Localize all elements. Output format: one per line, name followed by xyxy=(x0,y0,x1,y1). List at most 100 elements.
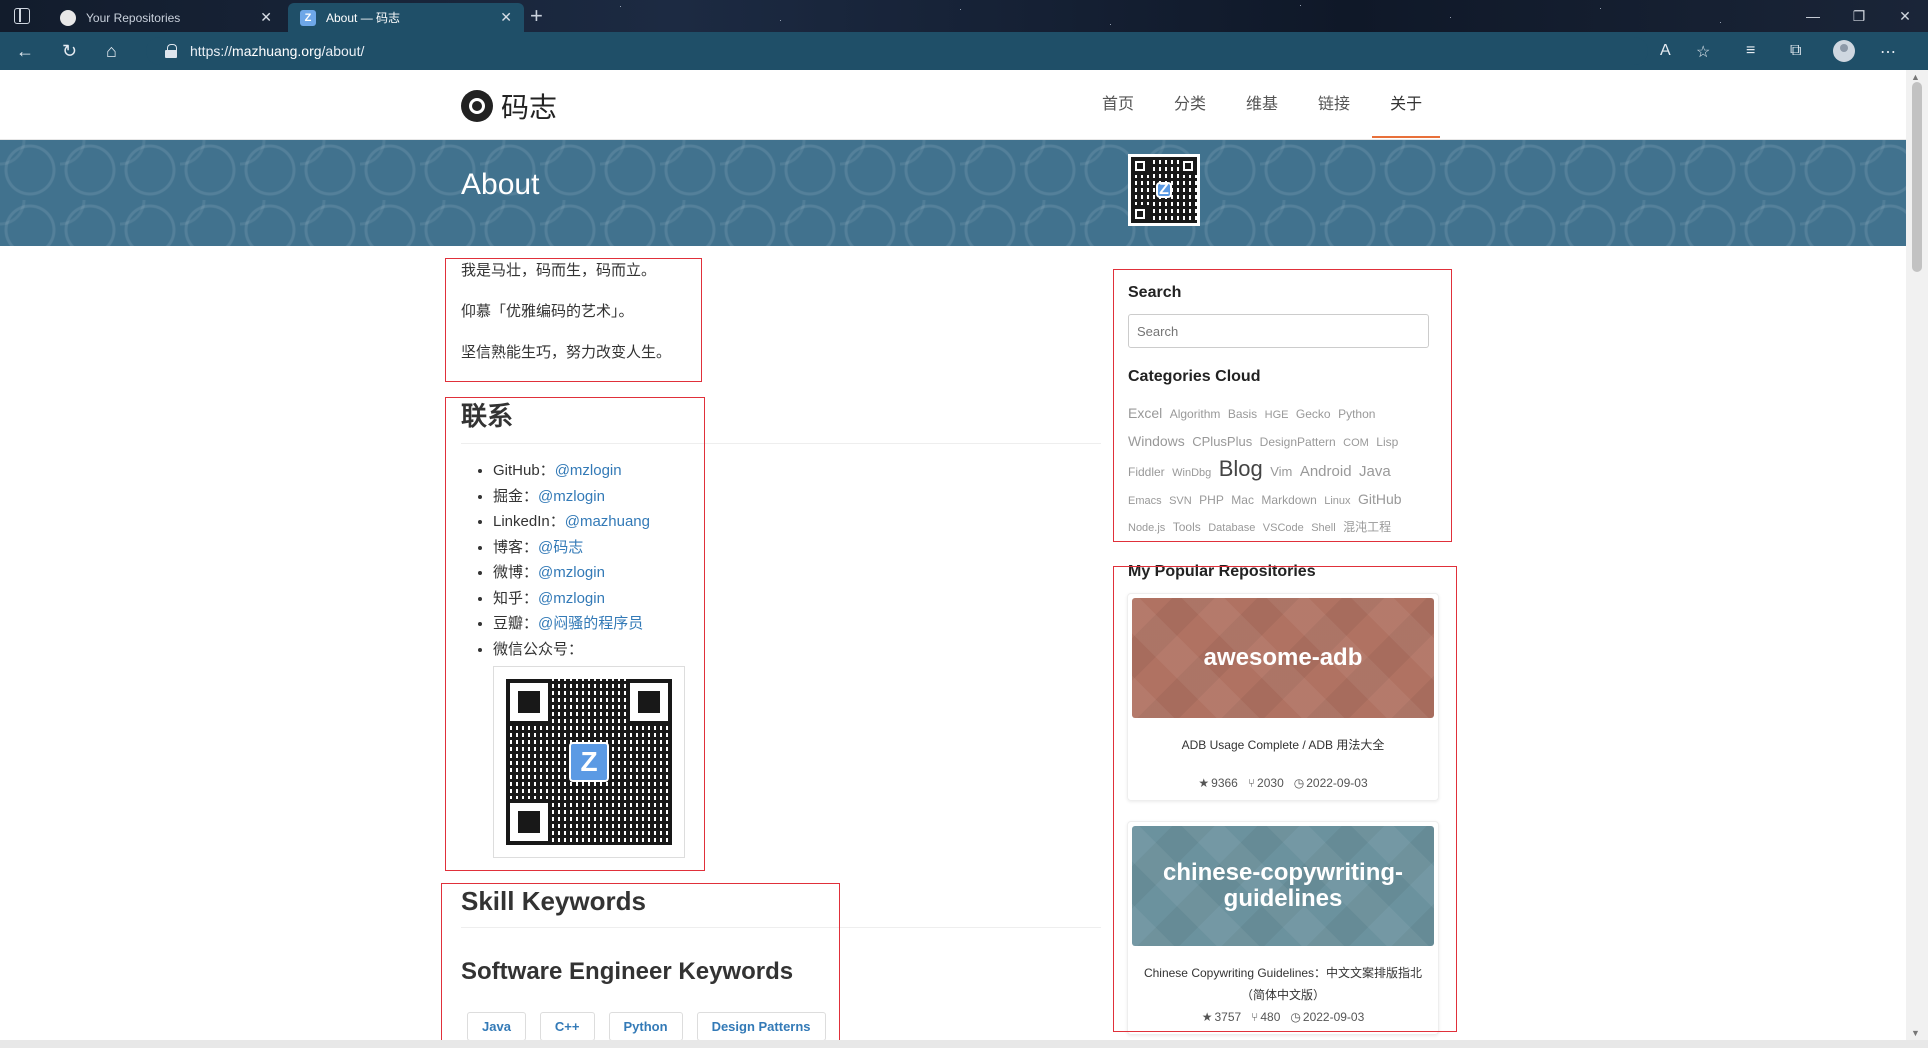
repo-meta: ★ 3757 ⑂ 480 ◷ 2022-09-03 xyxy=(1132,1010,1434,1024)
tab-title: About — 码志 xyxy=(326,11,401,25)
category-tag[interactable]: CPlusPlus xyxy=(1192,434,1252,449)
repo-updated: 2022-09-03 xyxy=(1302,1010,1365,1024)
maximize-icon[interactable]: ❐ xyxy=(1836,0,1882,32)
category-tag[interactable]: DesignPattern xyxy=(1260,435,1336,449)
category-tag[interactable]: 混沌工程 xyxy=(1343,520,1391,534)
collections-icon[interactable]: ⧉ xyxy=(1790,42,1801,60)
category-tag[interactable]: Shell xyxy=(1311,522,1335,534)
category-tag[interactable]: Database xyxy=(1208,522,1255,534)
new-tab-icon[interactable]: + xyxy=(530,4,543,28)
category-tag[interactable]: Linux xyxy=(1324,495,1350,507)
close-tab-icon[interactable]: ✕ xyxy=(500,9,512,26)
contact-item: LinkedIn：@mazhuang xyxy=(493,509,1101,535)
category-tag[interactable]: Algorithm xyxy=(1170,407,1221,421)
category-tag[interactable]: VSCode xyxy=(1263,522,1304,534)
scroll-down-icon[interactable]: ▼ xyxy=(1911,1028,1920,1038)
menu-wiki[interactable]: 维基 xyxy=(1228,70,1296,140)
menu-home[interactable]: 首页 xyxy=(1084,70,1152,140)
vertical-scrollbar[interactable]: ▲ ▼ xyxy=(1906,70,1928,1040)
category-tag[interactable]: COM xyxy=(1343,437,1369,449)
category-tag[interactable]: Gecko xyxy=(1296,407,1331,421)
lock-icon[interactable] xyxy=(164,44,178,58)
repos-heading: My Popular Repositories xyxy=(1128,563,1316,580)
close-tab-icon[interactable]: ✕ xyxy=(260,9,272,26)
status-bar xyxy=(0,1040,1928,1048)
page-title: About xyxy=(461,168,540,201)
favorites-icon[interactable]: ≡ xyxy=(1746,42,1755,60)
categories-heading: Categories Cloud xyxy=(1128,368,1261,385)
category-tag[interactable]: PHP xyxy=(1199,493,1224,507)
category-tag[interactable]: Emacs xyxy=(1128,495,1162,507)
scroll-up-icon[interactable]: ▲ xyxy=(1911,72,1920,82)
contact-link[interactable]: @mzlogin xyxy=(538,564,605,581)
category-tag[interactable]: SVN xyxy=(1169,495,1192,507)
category-tag[interactable]: WinDbg xyxy=(1172,467,1211,479)
category-tag[interactable]: Markdown xyxy=(1261,493,1316,507)
category-tag[interactable]: Basis xyxy=(1228,407,1257,421)
keyword-badge[interactable]: C++ xyxy=(539,1012,595,1040)
profile-avatar[interactable] xyxy=(1833,40,1855,62)
home-icon[interactable]: ⌂ xyxy=(106,40,117,62)
back-icon[interactable]: ← xyxy=(16,40,34,62)
contact-link[interactable]: @mzlogin xyxy=(538,488,605,505)
category-tag[interactable]: Python xyxy=(1338,407,1375,421)
category-tag[interactable]: Fiddler xyxy=(1128,465,1165,479)
contact-item: 掘金：@mzlogin xyxy=(493,484,1101,510)
contact-link[interactable]: @mazhuang xyxy=(565,513,650,530)
keyword-badge[interactable]: Design Patterns xyxy=(696,1012,826,1040)
category-tag[interactable]: Mac xyxy=(1231,493,1254,507)
menu-links[interactable]: 链接 xyxy=(1300,70,1368,140)
category-tag[interactable]: Vim xyxy=(1270,464,1292,479)
more-menu-icon[interactable]: ⋯ xyxy=(1880,42,1896,62)
category-tag[interactable]: Excel xyxy=(1128,405,1162,421)
repo-description: ADB Usage Complete / ADB 用法大全 xyxy=(1181,738,1385,752)
tab-actions-icon[interactable] xyxy=(14,8,30,24)
main-content: 我是马壮，码而生，码而立。 仰慕「优雅编码的艺术」。 坚信熟能生巧，努力改变人生… xyxy=(461,246,1101,1040)
category-tag[interactable]: Blog xyxy=(1219,456,1263,481)
scrollbar-thumb[interactable] xyxy=(1912,82,1922,272)
tab-your-repositories[interactable]: Your Repositories ✕ xyxy=(48,3,284,32)
repo-card[interactable]: chinese-copywriting-guidelines Chinese C… xyxy=(1127,821,1439,1035)
clock-icon: ◷ xyxy=(1293,776,1305,790)
main-menu: 首页 分类 维基 链接 关于 xyxy=(1082,70,1442,140)
repo-forks: 480 xyxy=(1260,1010,1281,1024)
read-aloud-icon[interactable]: A xyxy=(1660,42,1671,60)
address-bar[interactable]: https://mazhuang.org/about/ xyxy=(146,37,1648,65)
clock-icon: ◷ xyxy=(1290,1010,1301,1024)
category-tag[interactable]: Node.js xyxy=(1128,522,1165,534)
close-window-icon[interactable]: ✕ xyxy=(1882,0,1928,32)
category-tag[interactable]: HGE xyxy=(1265,409,1289,421)
contact-link[interactable]: @闷骚的程序员 xyxy=(538,615,643,632)
category-tag[interactable]: Tools xyxy=(1173,520,1201,534)
category-tag[interactable]: Java xyxy=(1359,463,1391,480)
keyword-badge[interactable]: Java xyxy=(467,1012,526,1040)
browser-tab-bar: Your Repositories ✕ Z About — 码志 ✕ + — ❐… xyxy=(0,0,1928,32)
categories-cloud: Excel Algorithm Basis HGE Gecko Python W… xyxy=(1128,400,1430,541)
brand-title: 码志 xyxy=(501,92,558,123)
repo-forks: 2030 xyxy=(1257,776,1284,790)
repo-cover[interactable]: chinese-copywriting-guidelines xyxy=(1132,826,1434,946)
github-favicon-icon xyxy=(60,9,76,26)
repo-cover[interactable]: awesome-adb xyxy=(1132,598,1434,718)
category-tag[interactable]: Windows xyxy=(1128,433,1185,449)
site-brand[interactable]: 码志 xyxy=(461,86,557,126)
contact-link[interactable]: @mzlogin xyxy=(555,462,622,479)
wechat-qr-code: Z xyxy=(493,666,685,858)
menu-categories[interactable]: 分类 xyxy=(1156,70,1224,140)
keyword-badge[interactable]: Python xyxy=(608,1012,683,1040)
sidebar: Search Categories Cloud Excel Algorithm … xyxy=(1127,246,1439,1035)
skills-section: Skill Keywords Software Engineer Keyword… xyxy=(461,886,1101,1040)
repo-card[interactable]: awesome-adb ADB Usage Complete / ADB 用法大… xyxy=(1127,593,1439,801)
minimize-icon[interactable]: — xyxy=(1790,0,1836,32)
contact-link[interactable]: @码志 xyxy=(538,539,583,556)
search-input[interactable] xyxy=(1128,314,1429,348)
category-tag[interactable]: Lisp xyxy=(1376,435,1398,449)
contact-link[interactable]: @mzlogin xyxy=(538,590,605,607)
intro-line: 坚信熟能生巧，努力改变人生。 xyxy=(461,344,672,361)
tab-about[interactable]: Z About — 码志 ✕ xyxy=(288,3,524,32)
menu-about[interactable]: 关于 xyxy=(1372,70,1441,140)
add-favorite-icon[interactable]: ☆ xyxy=(1696,42,1710,62)
category-tag[interactable]: GitHub xyxy=(1358,491,1402,507)
category-tag[interactable]: Android xyxy=(1300,463,1352,480)
refresh-icon[interactable]: ↻ xyxy=(62,40,77,62)
